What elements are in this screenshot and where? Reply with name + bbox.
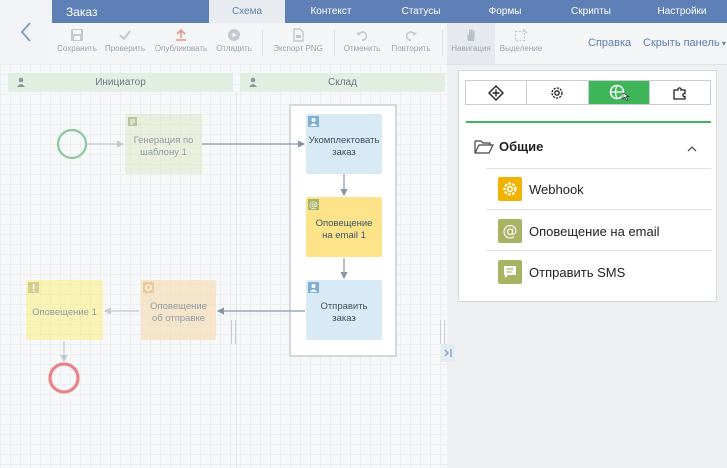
panel-toggle-button[interactable] <box>441 344 455 362</box>
end-event <box>48 362 80 394</box>
at-icon: @ <box>307 198 320 211</box>
tab-forms[interactable]: Формы <box>465 0 545 23</box>
node-email-notification[interactable]: @ Оповещение на email 1 <box>306 197 382 257</box>
selection-icon <box>514 28 528 42</box>
user-icon <box>307 281 320 294</box>
alert-icon <box>27 281 40 294</box>
tab-integrations[interactable] <box>588 81 650 104</box>
navigation-button[interactable]: Навигация <box>447 23 495 64</box>
folder-open-icon <box>474 139 494 159</box>
svg-text:@: @ <box>503 222 518 240</box>
node-label: Генерация по шаблону 1 <box>133 135 194 158</box>
node-label: Укомплектовать заказ <box>308 135 380 158</box>
node-label: Оповещение об отправке <box>150 301 207 324</box>
hand-icon <box>467 29 475 41</box>
select-label: Выделение <box>499 44 543 53</box>
globe-icon <box>609 84 630 101</box>
tab-gateways[interactable] <box>466 81 528 104</box>
node-assemble-order[interactable]: Укомплектовать заказ <box>306 114 382 174</box>
select-button[interactable]: Выделение <box>497 23 545 64</box>
start-event <box>56 128 88 160</box>
message-icon <box>498 260 522 284</box>
panel-tabs <box>465 80 711 105</box>
item-label: Webhook <box>529 182 584 197</box>
tab-scripts[interactable]: Скрипты <box>545 0 637 23</box>
gear-icon <box>551 86 564 99</box>
tabs-underline <box>466 121 711 123</box>
hide-panel-label: Скрыть панель <box>643 37 720 49</box>
puzzle-icon <box>673 86 686 100</box>
tab-plugins[interactable] <box>650 81 710 104</box>
node-label: Оповещение 1 <box>32 307 97 319</box>
user-icon <box>307 115 320 128</box>
gear-icon <box>142 281 155 294</box>
caret-down-icon: ▾ <box>719 39 726 48</box>
tab-actions[interactable] <box>527 81 589 104</box>
node-label: Оповещение на email 1 <box>315 218 373 241</box>
document-icon <box>126 115 139 128</box>
group-title[interactable]: Общие <box>499 139 543 154</box>
gateway-icon <box>488 84 505 101</box>
item-label: Оповещение на email <box>529 224 660 239</box>
collapse-icon <box>444 349 452 357</box>
hide-panel-link[interactable]: Скрыть панель ▾ <box>643 37 726 49</box>
svg-text:@: @ <box>309 201 318 210</box>
node-generate-template[interactable]: Генерация по шаблону 1 <box>125 114 202 174</box>
node-shipping-notification[interactable]: Оповещение об отправке <box>141 280 216 340</box>
node-label: Отправить заказ <box>320 301 368 324</box>
gear-icon <box>498 177 522 201</box>
node-notification-1[interactable]: Оповещение 1 <box>26 280 103 340</box>
help-link[interactable]: Справка <box>588 37 631 49</box>
navigation-label: Навигация <box>451 44 491 53</box>
node-send-order[interactable]: Отправить заказ <box>306 280 382 340</box>
item-label: Отправить SMS <box>529 265 626 280</box>
tab-settings[interactable]: Настройки <box>637 0 727 23</box>
chevron-up-icon[interactable] <box>687 140 697 158</box>
at-icon: @ <box>498 219 522 243</box>
